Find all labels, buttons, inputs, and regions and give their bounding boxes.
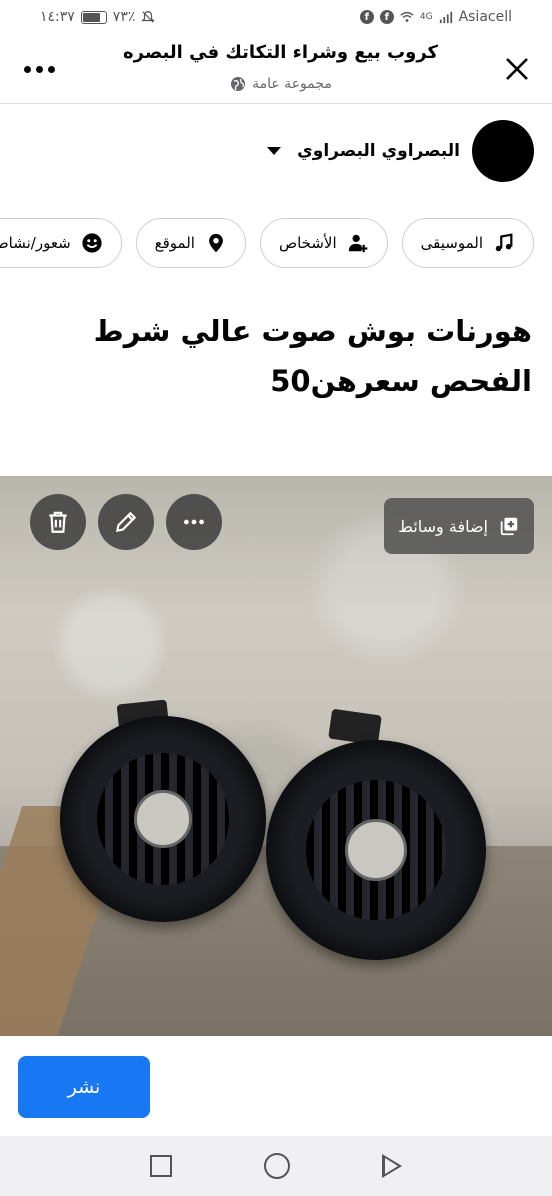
status-left: ١٤:٣٧ ٧٣٪ — [40, 9, 156, 25]
chip-label: الأشخاص — [278, 234, 337, 252]
music-icon — [495, 233, 513, 252]
add-media-label: إضافة وسائط — [398, 516, 488, 536]
carrier-name: Asiacell — [458, 9, 512, 25]
home-icon[interactable] — [264, 1153, 290, 1179]
composer-header: كروب بيع وشراء التكاتك في البصره مجموعة … — [0, 34, 552, 104]
globe-icon — [231, 77, 246, 91]
avatar[interactable] — [472, 120, 534, 182]
battery-level: ٧٣٪ — [112, 9, 136, 25]
horn-left — [60, 716, 266, 922]
status-bar: ١٤:٣٧ ٧٣٪ f f 4G Asiacell — [0, 0, 552, 34]
battery-icon — [80, 10, 107, 24]
recent-apps-icon[interactable] — [150, 1155, 172, 1177]
chip-label: شعور/نشاط — [0, 234, 71, 252]
post-options-chips: الموسيقى الأشخاص الموقع شعور/نشاط — [0, 218, 534, 268]
facebook-notification-icon: f — [379, 10, 394, 24]
smiley-icon — [82, 233, 102, 253]
more-icon — [24, 65, 31, 73]
chip-label: الموسيقى — [420, 234, 483, 252]
mute-icon — [141, 11, 156, 23]
chip-location[interactable]: الموقع — [135, 218, 246, 268]
author-name: البصراوي البصراوي — [297, 141, 460, 161]
chip-music[interactable]: الموسيقى — [401, 218, 534, 268]
photo-more-button[interactable] — [166, 494, 222, 550]
close-icon[interactable] — [502, 54, 532, 84]
group-privacy-label: مجموعة عامة — [252, 76, 332, 92]
more-icon — [184, 519, 204, 525]
clock: ١٤:٣٧ — [40, 9, 75, 25]
back-icon[interactable] — [382, 1154, 402, 1178]
attached-photo[interactable]: إضافة وسائط — [0, 476, 552, 1036]
group-privacy: مجموعة عامة — [0, 76, 552, 92]
chip-label: الموقع — [154, 234, 195, 252]
trash-icon — [49, 511, 67, 533]
edit-photo-button[interactable] — [98, 494, 154, 550]
chip-feeling[interactable]: شعور/نشاط — [0, 218, 122, 268]
publish-button[interactable]: نشر — [18, 1056, 150, 1118]
location-icon — [209, 233, 223, 253]
post-text-input[interactable]: هورنات بوش صوت عالي شرط الفحص سعرهن50 — [20, 306, 532, 406]
add-media-icon — [500, 517, 518, 536]
pencil-icon — [115, 511, 137, 533]
status-right: f f 4G Asiacell — [359, 9, 512, 25]
delete-photo-button[interactable] — [30, 494, 86, 550]
add-media-button[interactable]: إضافة وسائط — [384, 498, 534, 554]
signal-icon — [439, 11, 452, 24]
system-nav-bar — [0, 1136, 552, 1196]
chevron-down-icon[interactable] — [267, 147, 282, 155]
wifi-icon — [400, 11, 414, 22]
network-type: 4G — [419, 12, 433, 22]
group-title: كروب بيع وشراء التكاتك في البصره — [123, 42, 438, 63]
chip-tag-people[interactable]: الأشخاص — [259, 218, 388, 268]
tag-people-icon — [348, 234, 368, 253]
post-author: البصراوي البصراوي — [267, 120, 534, 182]
facebook-notification-icon: f — [359, 10, 374, 24]
horn-right — [266, 740, 486, 960]
